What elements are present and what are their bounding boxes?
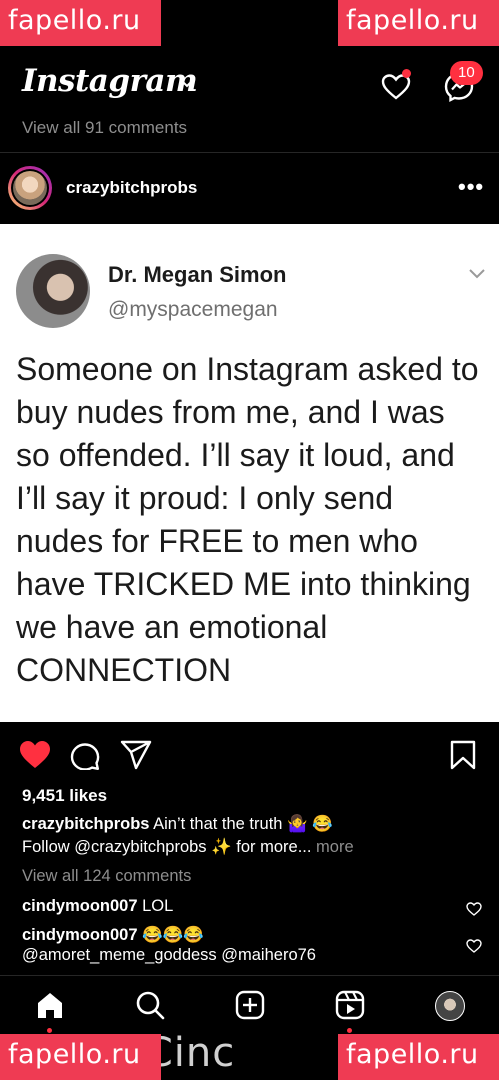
caption-text: Ain’t that the truth 🤷‍♀️ 😂 [149,815,333,833]
instagram-logo[interactable]: Instagram [22,63,198,99]
tweet-text: Someone on Instagram asked to buy nudes … [16,351,479,688]
like-heart-icon[interactable] [18,738,52,770]
comment-like-icon[interactable] [466,938,482,954]
share-icon[interactable] [120,740,152,770]
reels-notification-dot [347,1028,352,1033]
comment-mentions[interactable]: @amoret_meme_goddess @maihero76 [22,946,316,965]
message-badge: 10 [450,61,483,85]
watermark-top-right: fapello.ru [338,0,499,46]
bottom-nav [0,975,499,1036]
tweet-author-name: Dr. Megan Simon [108,262,287,287]
comment-icon[interactable] [70,740,100,770]
tweet-avatar [16,254,90,328]
reels-icon[interactable] [335,990,365,1020]
watermark-bottom-right: fapello.ru [338,1034,499,1080]
caption-follow-text: Follow @crazybitchprobs ✨ for more... [22,838,312,856]
tweet-author-handle: @myspacemegan [108,298,278,321]
caption-line-2: Follow @crazybitchprobs ✨ for more... mo… [22,838,354,857]
notification-dot [402,69,411,78]
divider [0,152,499,153]
comment-row: cindymoon007 😂😂😂 [22,926,204,945]
search-icon[interactable] [135,990,165,1020]
view-all-comments[interactable]: View all 124 comments [22,867,191,886]
chevron-down-icon [469,269,485,279]
likes-count[interactable]: 9,451 likes [22,786,107,806]
post-image-tweet[interactable]: Dr. Megan Simon @myspacemegan Someone on… [0,224,499,722]
post-avatar[interactable] [8,166,52,210]
comment-like-icon[interactable] [466,901,482,917]
more-options-icon[interactable]: ••• [458,174,484,200]
app-header: Instagram 10 [0,55,499,115]
comment-text: 😂😂😂 [137,926,204,944]
comment-row: cindymoon007 LOL [22,897,173,916]
comment-text: LOL [137,897,174,915]
view-all-comments-previous[interactable]: View all 91 comments [22,118,187,138]
create-icon[interactable] [235,990,265,1020]
watermark-top-left: fapello.ru [0,0,161,46]
watermark-bottom-left: fapello.ru [0,1034,161,1080]
caption-more-link[interactable]: more [311,838,354,856]
home-icon[interactable] [35,990,65,1020]
caption-username[interactable]: crazybitchprobs [22,815,149,833]
bookmark-icon[interactable] [450,740,476,770]
caption: crazybitchprobs Ain’t that the truth 🤷‍♀… [22,815,333,834]
comment-username[interactable]: cindymoon007 [22,897,138,915]
profile-avatar[interactable] [435,991,465,1021]
chevron-down-icon[interactable] [180,77,194,91]
post-username[interactable]: crazybitchprobs [66,178,197,198]
post-actions [0,738,499,778]
comment-username[interactable]: cindymoon007 [22,926,138,944]
